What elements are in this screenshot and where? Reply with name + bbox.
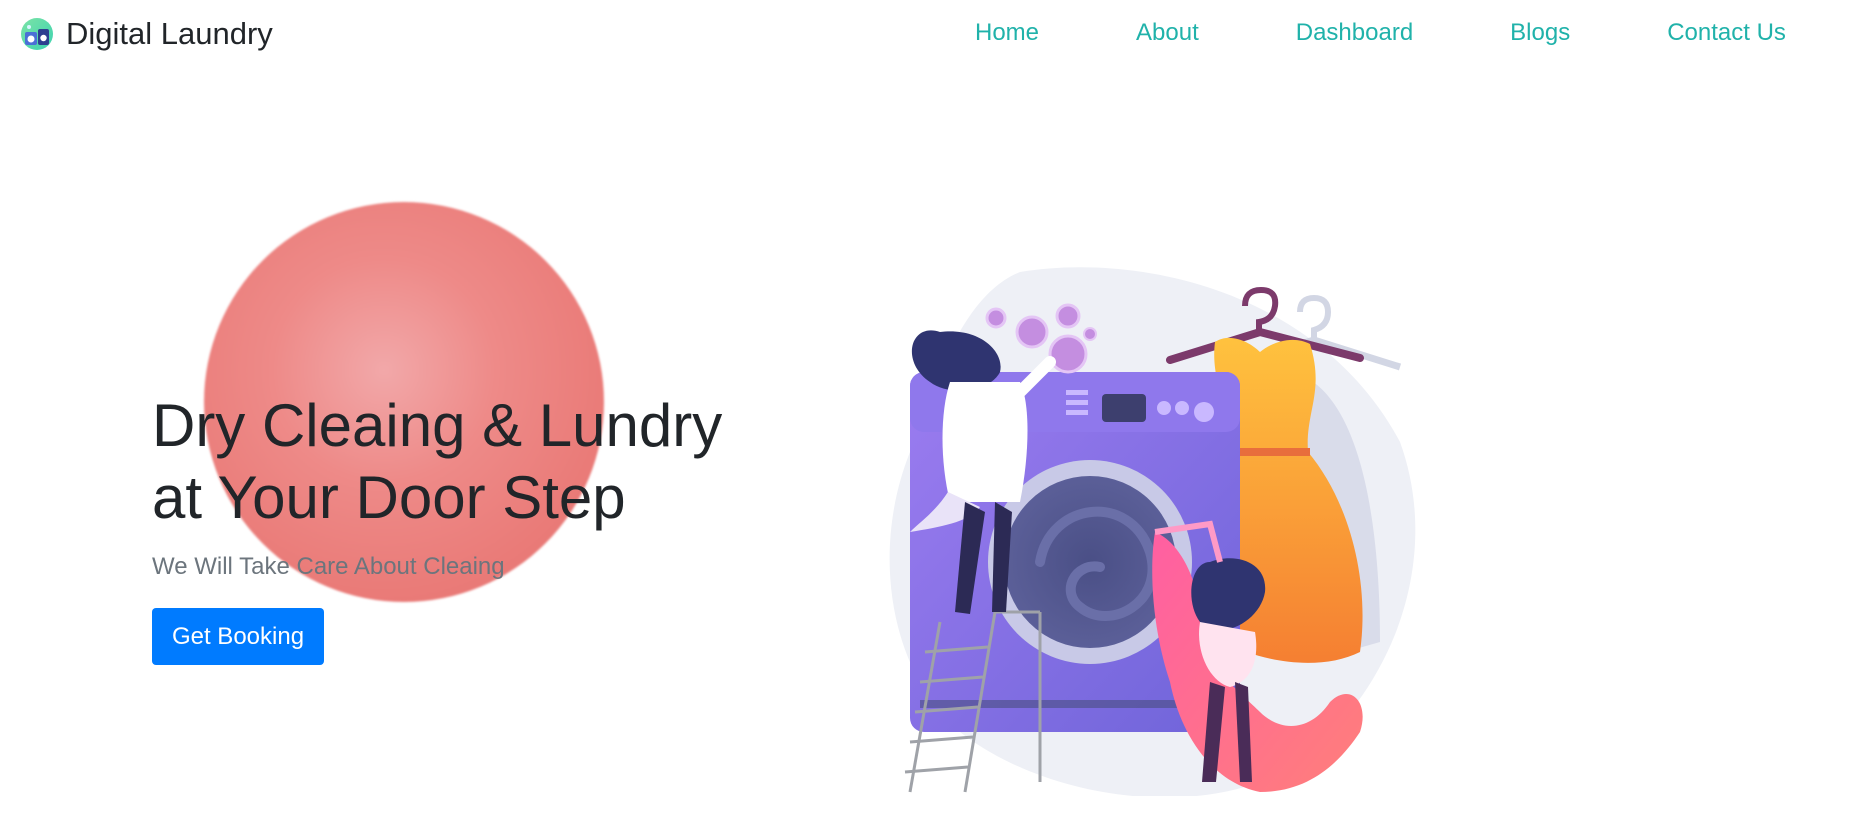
nav-link-about[interactable]: About: [1136, 18, 1199, 48]
nav-link-blogs[interactable]: Blogs: [1510, 18, 1570, 48]
nav-link-contact-us[interactable]: Contact Us: [1667, 18, 1786, 48]
hero-title-line-2: at Your Door Step: [152, 464, 626, 531]
hero-title-line-1: Dry Cleaing & Lundry: [152, 392, 723, 459]
navbar: Digital Laundry Home About Dashboard Blo…: [0, 0, 1870, 70]
brand[interactable]: Digital Laundry: [20, 16, 273, 52]
hero-subtitle: We Will Take Care About Cleaing: [152, 553, 505, 580]
get-booking-button[interactable]: Get Booking: [152, 608, 324, 665]
laundry-logo-icon: [21, 18, 53, 50]
nav-link-dashboard[interactable]: Dashboard: [1296, 18, 1413, 48]
main-nav: Home About Dashboard Blogs Contact Us: [975, 18, 1786, 48]
hero-title: Dry Cleaing & Lundry at Your Door Step: [152, 390, 772, 534]
washing-machine-illustration: [889, 267, 1416, 796]
nav-link-home[interactable]: Home: [975, 18, 1039, 48]
brand-name: Digital Laundry: [66, 16, 273, 51]
